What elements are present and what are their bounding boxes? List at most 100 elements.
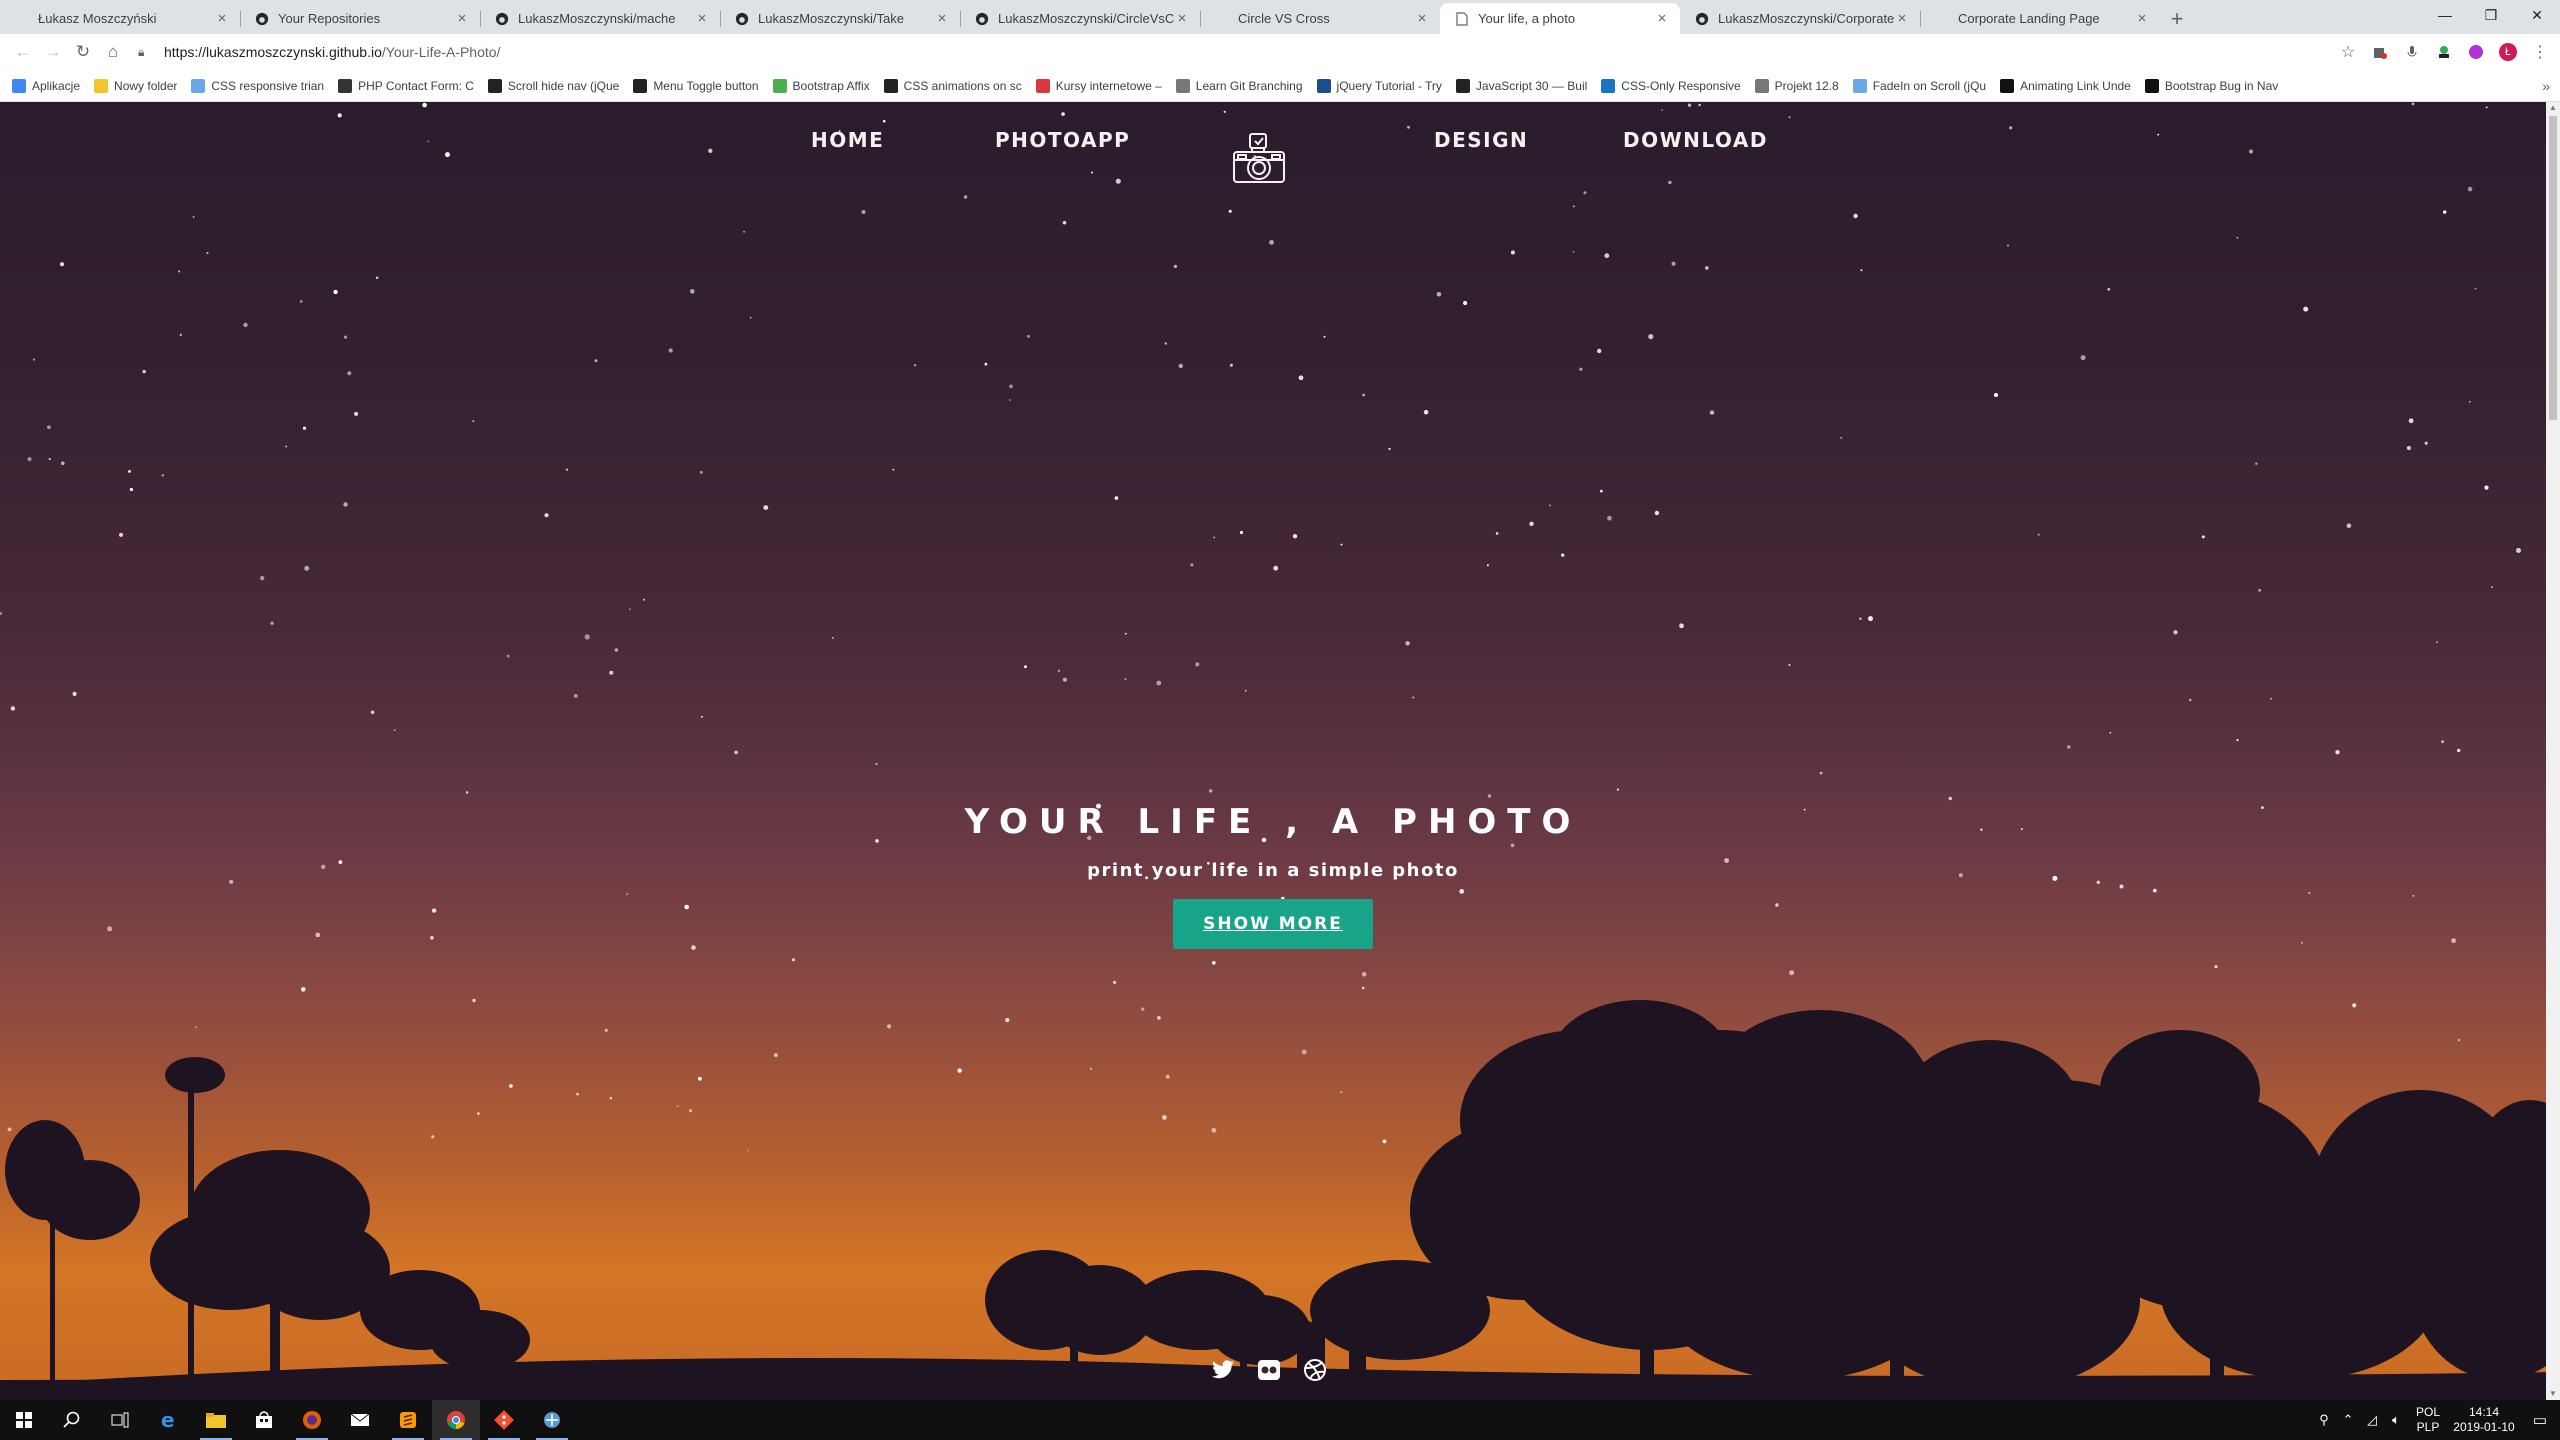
scroll-down-arrow-icon[interactable]: ▼ [2549,1390,2557,1398]
forward-arrow-icon[interactable]: → [38,37,68,67]
dribbble-icon[interactable] [1302,1357,1328,1383]
git-icon[interactable] [480,1400,528,1440]
browser-tab[interactable]: Corporate Landing Page × [1920,3,2160,34]
nav-photoapp-link[interactable]: PHOTOAPP [995,128,1130,152]
codepen-icon [883,78,898,93]
bookmark-item[interactable]: PHP Contact Form: C [338,78,474,93]
bookmark-label: Nowy folder [114,78,178,93]
bookmark-item[interactable]: Menu Toggle button [633,78,759,93]
show-more-button[interactable]: SHOW MORE [1173,899,1373,949]
browser-tab-active[interactable]: Your life, a photo × [1440,3,1680,34]
scroll-up-arrow-icon[interactable]: ▲ [2549,104,2557,112]
nav-download-link[interactable]: DOWNLOAD [1623,128,1768,152]
firefox-icon[interactable] [288,1400,336,1440]
input-language[interactable]: POL PLP [2408,1405,2448,1435]
browser-tab[interactable]: LukaszMoszczynski/Corporate-La × [1680,3,1920,34]
bookmark-item[interactable]: CSS responsive trian [191,78,324,93]
bookmark-item[interactable]: CSS animations on sc [883,78,1022,93]
close-tab-icon[interactable]: × [694,10,710,27]
bookmark-item[interactable]: Scroll hide nav (jQue [487,78,619,93]
profile-avatar[interactable]: Ł [2496,40,2520,64]
bookmark-label: Kursy internetowe – [1055,78,1162,93]
page-scrollbar[interactable]: ▲ ▼ [2546,102,2560,1400]
file-explorer-icon[interactable] [192,1400,240,1440]
clock-date: 2019-01-10 [2453,1420,2515,1434]
bookmark-item[interactable]: FadeIn on Scroll (jQu [1852,78,1986,93]
edge-icon[interactable]: e [144,1400,192,1440]
minimize-icon[interactable]: — [2422,0,2468,30]
network-icon[interactable]: ◿ [2360,1412,2384,1428]
browser-toolbar: ← → ↻ ⌂ 🔒︎ https://lukaszmoszczynski.git… [0,34,2560,70]
nav-design-link[interactable]: DESIGN [1434,128,1528,152]
udemy-icon [1035,78,1050,93]
close-tab-icon[interactable]: × [214,10,230,27]
twitter-icon[interactable] [1210,1357,1236,1383]
extension-icon[interactable] [2464,40,2488,64]
close-window-icon[interactable]: ✕ [2514,0,2560,30]
browser-tab[interactable]: Circle VS Cross × [1200,3,1440,34]
browser-tab[interactable]: Łukasz Moszczyński × [0,3,240,34]
volume-icon[interactable]: 🔈︎ [2384,1412,2408,1428]
bookmark-item[interactable]: Kursy internetowe – [1035,78,1162,93]
app-icon[interactable] [528,1400,576,1440]
flickr-icon[interactable] [1256,1357,1282,1383]
browser-tab[interactable]: LukaszMoszczynski/Take × [720,3,960,34]
extension-icon[interactable] [2368,40,2392,64]
more-bookmarks-icon[interactable]: » [2542,78,2550,94]
bookmark-item[interactable]: Bootstrap Bug in Nav [2144,78,2278,93]
close-tab-icon[interactable]: × [1174,10,1190,27]
vintage-camera-icon[interactable] [1228,130,1290,192]
windows-start-icon[interactable] [0,1400,48,1440]
sublime-icon[interactable] [384,1400,432,1440]
bookmark-label: Bootstrap Affix [792,78,870,93]
bookmark-item[interactable]: Bootstrap Affix [772,78,870,93]
back-arrow-icon[interactable]: ← [8,37,38,67]
clock[interactable]: 14:14 2019-01-10 [2448,1405,2520,1435]
reload-icon[interactable]: ↻ [68,37,98,67]
github-icon [974,11,990,27]
close-tab-icon[interactable]: × [934,10,950,27]
windows-taskbar: e ⚲ ⌃ ◿ 🔈︎ POL PLP 14:14 2019-01-10 ▭ [0,1400,2560,1440]
url-path: /Your-Life-A-Photo/ [381,44,501,60]
tab-title: Your Repositories [278,11,381,26]
search-icon[interactable] [48,1400,96,1440]
blank-icon [1934,11,1950,27]
browser-tab[interactable]: LukaszMoszczynski/mache × [480,3,720,34]
close-tab-icon[interactable]: × [1414,10,1430,27]
close-tab-icon[interactable]: × [1894,10,1910,27]
nav-home-link[interactable]: HOME [811,128,884,152]
bookmark-item[interactable]: CSS-Only Responsive [1601,78,1741,93]
chevron-up-icon[interactable]: ⌃ [2336,1412,2360,1428]
chrome-icon[interactable] [432,1400,480,1440]
bookmark-item[interactable]: Aplikacje [12,78,80,93]
home-icon[interactable]: ⌂ [98,37,128,67]
blank-icon [14,11,30,27]
scrollbar-thumb[interactable] [2549,116,2557,420]
extension-icon[interactable] [2432,40,2456,64]
bookmark-item[interactable]: Projekt 12.8 [1754,78,1839,93]
close-tab-icon[interactable]: × [2134,10,2150,27]
bookmark-item[interactable]: jQuery Tutorial - Try [1316,78,1442,93]
close-tab-icon[interactable]: × [454,10,470,27]
bookmark-item[interactable]: Animating Link Unde [2000,78,2131,93]
bookmark-item[interactable]: Learn Git Branching [1175,78,1303,93]
star-bookmark-icon[interactable]: ☆ [2336,40,2360,64]
browser-tab[interactable]: Your Repositories × [240,3,480,34]
task-view-icon[interactable] [96,1400,144,1440]
bookmark-item[interactable]: Nowy folder [94,78,178,93]
address-bar[interactable]: 🔒︎ https://lukaszmoszczynski.github.io/Y… [138,38,2336,66]
circle-icon [1601,78,1616,93]
store-icon[interactable] [240,1400,288,1440]
browser-tab[interactable]: LukaszMoszczynski/CircleVsCros × [960,3,1200,34]
notifications-icon[interactable]: ▭ [2520,1411,2560,1429]
restore-icon[interactable]: ❐ [2468,0,2514,30]
language-code: POL [2415,1405,2440,1419]
people-icon[interactable]: ⚲ [2312,1412,2336,1428]
menu-kebab-icon[interactable]: ⋮ [2528,40,2552,64]
new-tab-button[interactable]: + [2160,3,2194,34]
bookmark-label: jQuery Tutorial - Try [1336,78,1442,93]
close-tab-icon[interactable]: × [1654,10,1670,27]
microphone-icon[interactable] [2400,40,2424,64]
mail-icon[interactable] [336,1400,384,1440]
bookmark-item[interactable]: JavaScript 30 — Buil [1455,78,1587,93]
